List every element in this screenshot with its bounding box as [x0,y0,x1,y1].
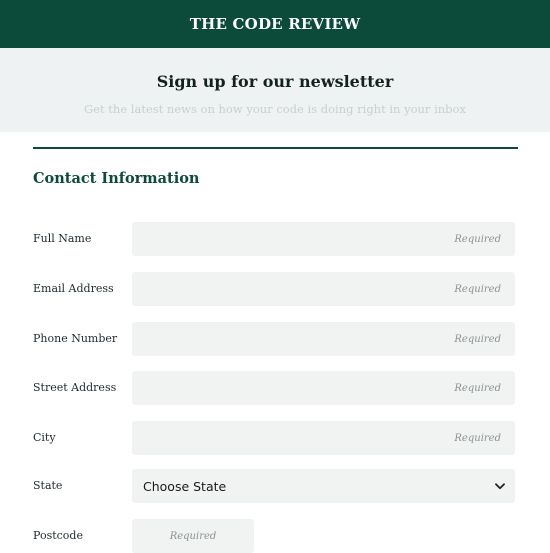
state-label: State [33,479,63,492]
postcode-label: Postcode [33,529,83,542]
street-address-input[interactable] [132,371,515,405]
chevron-down-icon [495,482,505,490]
contact-information-heading: Contact Information [33,170,200,187]
city-row: City [33,421,518,455]
street-address-label: Street Address [33,381,117,394]
city-input[interactable] [132,421,515,455]
hero-subtitle: Get the latest news on how your code is … [84,102,466,116]
state-select-value: Choose State [143,478,227,494]
postcode-input[interactable] [132,519,254,553]
postcode-row: Postcode [33,519,518,553]
state-row: State Choose State [33,469,518,503]
email-address-label: Email Address [33,282,114,295]
full-name-label: Full Name [33,232,92,245]
email-address-row: Email Address [33,272,518,306]
state-select[interactable]: Choose State [132,469,515,503]
phone-number-input[interactable] [132,322,515,356]
phone-number-label: Phone Number [33,332,118,345]
city-label: City [33,431,56,444]
newsletter-hero: Sign up for our newsletter Get the lates… [0,48,550,132]
full-name-input[interactable] [132,222,515,256]
site-header: THE CODE REVIEW [0,0,550,48]
hero-title: Sign up for our newsletter [156,72,394,91]
email-address-input[interactable] [132,272,515,306]
full-name-row: Full Name [33,222,518,256]
phone-number-row: Phone Number [33,322,518,356]
brand-title: THE CODE REVIEW [189,15,361,33]
street-address-row: Street Address [33,371,518,405]
section-divider [33,147,518,149]
